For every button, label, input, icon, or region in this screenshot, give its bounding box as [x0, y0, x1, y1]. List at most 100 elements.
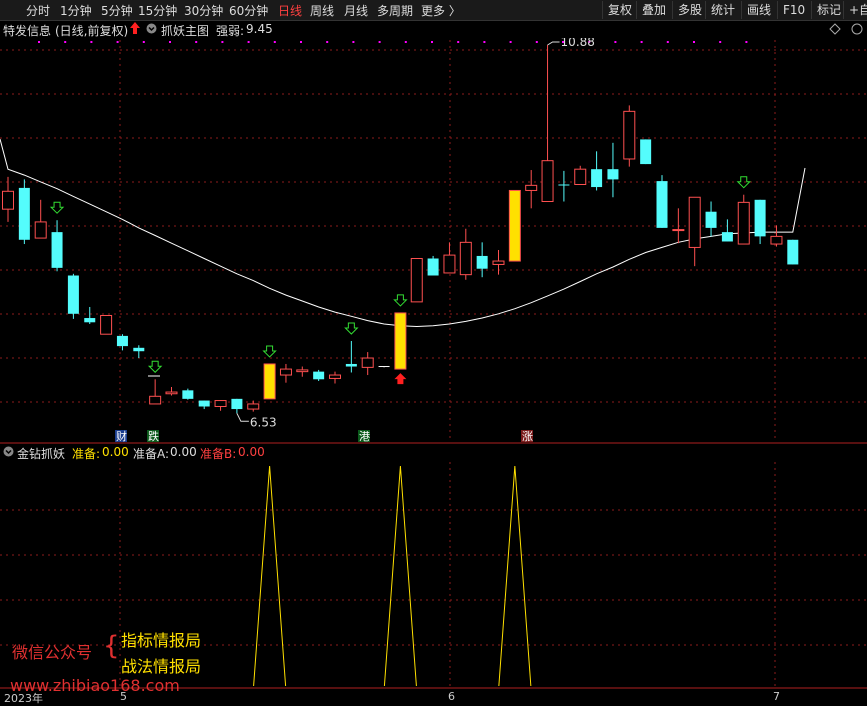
candle-body-up [296, 369, 309, 373]
period-tab-15min[interactable]: 15分钟 [138, 2, 177, 19]
period-tab-5min[interactable]: 5分钟 [101, 2, 133, 19]
magenta-dot [352, 41, 355, 43]
add-custom-button[interactable]: +自 [843, 1, 867, 19]
magenta-dot [431, 41, 433, 43]
prep-b-value: 0.00 [238, 445, 265, 459]
low-leader [236, 413, 249, 422]
period-tab-weekly[interactable]: 周线 [310, 2, 334, 19]
event-tag-die[interactable]: 跌 [147, 429, 159, 443]
magenta-dot [221, 41, 224, 43]
draw-line-button[interactable]: 画线 [741, 1, 771, 19]
candle-body-up [672, 229, 685, 232]
event-tag-gang[interactable]: 港 [358, 430, 370, 443]
candle-body-signal [263, 363, 276, 400]
event-tag-zhang[interactable]: 涨 [521, 430, 533, 443]
candle-body-up [100, 314, 113, 335]
circle-icon[interactable] [851, 23, 863, 38]
overlay-button[interactable]: 叠加 [636, 1, 666, 19]
candle-body-up [214, 400, 227, 408]
magenta-dot [404, 41, 407, 43]
period-tab-daily[interactable]: 日线 [278, 2, 302, 19]
candle-body-down [182, 390, 194, 399]
x-label-may: 5 [120, 690, 127, 703]
period-tab-monthly[interactable]: 月线 [344, 2, 368, 19]
candle-body-down [67, 275, 79, 314]
candle-body-down [18, 187, 30, 240]
ma-line [0, 138, 806, 328]
candle-body-up [410, 257, 423, 303]
candle-body-down [51, 232, 63, 268]
fuquan-button[interactable]: 复权 [602, 1, 632, 19]
x-axis: 2023年 5 6 7 [0, 690, 867, 705]
indicator-name[interactable]: 抓妖主图 [161, 22, 209, 39]
magenta-dot [169, 41, 171, 43]
indicator-info-bar: 金钻抓妖 准备: 0.00 准备A: 0.00 准备B: 0.00 [0, 444, 867, 461]
indicator-peak [498, 465, 532, 687]
candle-body-down [313, 371, 325, 380]
event-tag-cai[interactable]: 财 [115, 429, 127, 443]
watermark-wechat: 微信公众号 [12, 643, 93, 662]
prep-value: 0.00 [102, 445, 129, 459]
chevron-down-icon[interactable] [146, 23, 157, 37]
high-price-label: 10.88 [561, 38, 595, 49]
chevron-down-icon[interactable] [3, 446, 14, 460]
arrow-down-icon [262, 345, 277, 358]
strength-label: 强弱: [216, 24, 245, 38]
kline-chart[interactable]: 10.88 6.53 财 跌 港 涨 [0, 38, 867, 690]
indicator-lines [253, 465, 532, 687]
candle-body-up [34, 221, 47, 239]
candle-body-signal [508, 189, 521, 262]
svg-text:跌: 跌 [148, 429, 159, 443]
f10-button[interactable]: F10 [777, 1, 805, 19]
candle-body-up [361, 357, 374, 368]
period-tab-multi[interactable]: 多周期 [377, 2, 413, 19]
magenta-dot [693, 41, 695, 43]
main-chart-info-bar: 特发信息 (日线,前复权) 抓妖主图 强弱: 9.45 [0, 21, 867, 38]
prep-b-label: 准备B: [200, 447, 237, 461]
magenta-dot [195, 41, 198, 43]
magenta-dot [457, 41, 460, 43]
prep-a-label: 准备A: [133, 447, 170, 461]
multi-stock-button[interactable]: 多股 [672, 1, 702, 19]
candle-body-down [84, 318, 96, 323]
magenta-dot [666, 41, 669, 43]
magenta-dot [90, 41, 93, 43]
period-tab-fenshi[interactable]: 分时 [26, 2, 50, 19]
statistics-button[interactable]: 统计 [705, 1, 735, 19]
magenta-dot [142, 41, 145, 43]
candle-body-up [492, 260, 505, 265]
arrow-up-icon[interactable] [130, 21, 140, 38]
arrow-up-icon [394, 373, 407, 385]
candle-body-up [623, 110, 636, 160]
x-label-july: 7 [773, 690, 780, 703]
svg-text:财: 财 [116, 429, 127, 443]
candle-body-up [770, 235, 783, 245]
candle-body-up [247, 403, 260, 410]
period-tab-1min[interactable]: 1分钟 [60, 2, 92, 19]
magenta-dot [483, 41, 486, 43]
candle-body-up [2, 190, 14, 210]
period-tab-more[interactable]: 更多 〉 [421, 2, 461, 19]
candle-body-up [149, 395, 162, 405]
mark-button[interactable]: 标记 [811, 1, 841, 19]
period-tab-60min[interactable]: 60分钟 [229, 2, 268, 19]
diamond-icon[interactable] [829, 23, 841, 38]
indicator-peak [383, 465, 417, 687]
high-leader [547, 41, 560, 46]
magenta-dot [116, 41, 119, 43]
candle-body-up [688, 196, 701, 248]
candle-body-signal [394, 312, 407, 370]
candle-body-up [459, 241, 472, 276]
adjust-mode[interactable]: (日线,前复权) [55, 22, 128, 39]
magenta-dot [614, 41, 617, 43]
indicator-peak [253, 465, 287, 687]
x-label-june: 6 [448, 690, 455, 703]
period-tab-30min[interactable]: 30分钟 [184, 2, 223, 19]
indicator-title[interactable]: 金钻抓妖 [17, 445, 65, 462]
arrow-down-icon [344, 322, 359, 335]
watermark-item1: 指标情报局 [121, 631, 202, 650]
candle-body-down [607, 169, 619, 180]
candle-body-down [133, 347, 145, 352]
candle-body-down [656, 181, 668, 228]
candle-body-up [279, 368, 292, 376]
